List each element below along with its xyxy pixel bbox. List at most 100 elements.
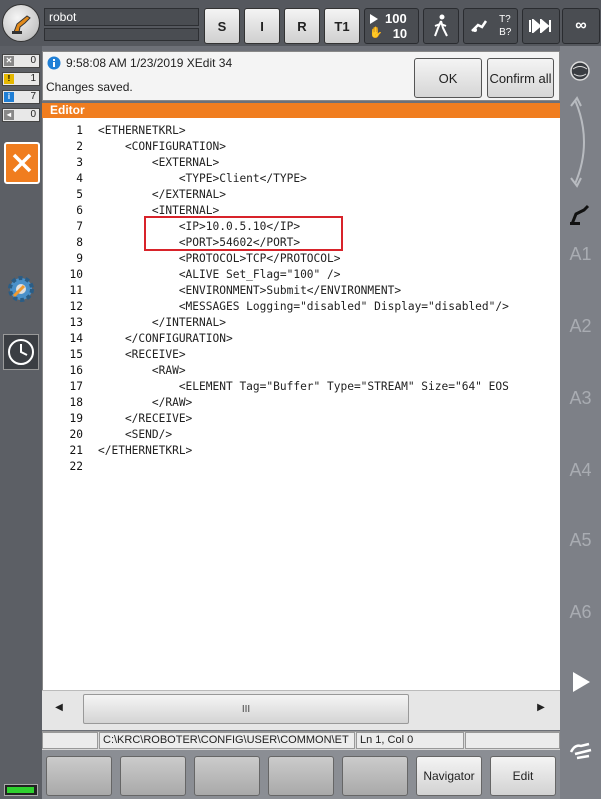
- clock-button[interactable]: [3, 334, 39, 370]
- code-line[interactable]: 15 <RECEIVE>: [43, 347, 509, 363]
- main-menu-robot-icon[interactable]: [2, 4, 40, 42]
- line-text: </EXTERNAL>: [98, 188, 226, 201]
- clock-icon: [8, 339, 34, 365]
- line-number: 20: [69, 428, 83, 441]
- message-count: 1: [30, 73, 36, 84]
- message-counter-info[interactable]: i 7: [2, 90, 40, 104]
- code-line[interactable]: 17 <ELEMENT Tag="Buffer" Type="STREAM" S…: [43, 379, 509, 395]
- close-editor-button[interactable]: [4, 142, 40, 184]
- message-count: 0: [30, 109, 36, 120]
- jog-hand-button[interactable]: [567, 738, 595, 762]
- code-lines[interactable]: 1 <ETHERNETKRL> 2 <CONFIGURATION> 3 <EXTERN…: [43, 123, 509, 475]
- robot-axes-icon[interactable]: [568, 204, 594, 226]
- start-program-button[interactable]: [570, 670, 592, 694]
- program-run-mode-button[interactable]: [522, 8, 560, 44]
- base-label: B?: [499, 27, 512, 38]
- code-line[interactable]: 13 </INTERNAL>: [43, 315, 509, 331]
- line-number: 8: [76, 236, 83, 249]
- confirm-all-button[interactable]: Confirm all: [487, 58, 554, 98]
- line-text: </RECEIVE>: [98, 412, 193, 425]
- line-number: 16: [69, 364, 83, 377]
- globe-icon[interactable]: [569, 60, 593, 84]
- code-line[interactable]: 20 <SEND/>: [43, 427, 509, 443]
- scroll-right-arrow-icon[interactable]: ▶: [532, 702, 550, 716]
- play-icon: [573, 672, 590, 692]
- message-text: Changes saved.: [46, 80, 133, 94]
- line-number: 12: [69, 300, 83, 313]
- axis-label-a1[interactable]: A1: [560, 244, 601, 265]
- drives-status-button[interactable]: I: [244, 8, 280, 44]
- axis-label-a2[interactable]: A2: [560, 316, 601, 337]
- message-counter-acknowledge[interactable]: ✕ 0: [2, 54, 40, 68]
- warning-icon: !: [4, 74, 14, 84]
- code-line[interactable]: 9 <PROTOCOL>TCP</PROTOCOL>: [43, 251, 509, 267]
- robot-interpreter-status-button[interactable]: R: [284, 8, 320, 44]
- hand-icon: [569, 742, 592, 760]
- jog-arc-control[interactable]: [563, 96, 599, 188]
- code-line[interactable]: 19 </RECEIVE>: [43, 411, 509, 427]
- file-path: C:\KRC\ROBOTER\CONFIG\USER\COMMON\ET: [99, 732, 355, 749]
- code-line[interactable]: 4 <TYPE>Client</TYPE>: [43, 171, 509, 187]
- code-line[interactable]: 22: [43, 459, 509, 475]
- settings-button[interactable]: [4, 272, 38, 306]
- navigator-button[interactable]: Navigator: [416, 756, 482, 796]
- code-line[interactable]: 21 </ETHERNETKRL>: [43, 443, 509, 459]
- line-text: <RECEIVE>: [98, 348, 186, 361]
- line-number: 15: [69, 348, 83, 361]
- code-line[interactable]: 14 </CONFIGURATION>: [43, 331, 509, 347]
- line-text: </INTERNAL>: [98, 316, 226, 329]
- code-line[interactable]: 18 </RAW>: [43, 395, 509, 411]
- scrollbar-thumb[interactable]: III: [83, 694, 409, 724]
- edit-button[interactable]: Edit: [490, 756, 556, 796]
- jog-mode-button[interactable]: [423, 8, 459, 44]
- code-line[interactable]: 16 <RAW>: [43, 363, 509, 379]
- code-line[interactable]: 2 <CONFIGURATION>: [43, 139, 509, 155]
- message-counter-wait[interactable]: ◂ 0: [2, 108, 40, 122]
- axis-label-a3[interactable]: A3: [560, 388, 601, 409]
- axis-label-a4[interactable]: A4: [560, 460, 601, 481]
- softkey-4[interactable]: [268, 756, 334, 796]
- line-number: 5: [76, 188, 83, 201]
- jog-hand-icon: ✋: [369, 27, 383, 39]
- softkey-1[interactable]: [46, 756, 112, 796]
- override-button[interactable]: 100 ✋ 10: [364, 8, 419, 44]
- operating-mode-button[interactable]: T1: [324, 8, 360, 44]
- line-number: 9: [76, 252, 83, 265]
- walking-person-icon: [434, 14, 448, 37]
- tool-base-button[interactable]: T? B?: [463, 8, 518, 44]
- submit-interpreter-status-button[interactable]: S: [204, 8, 240, 44]
- infinity-button[interactable]: ∞: [562, 8, 600, 44]
- code-line[interactable]: 1 <ETHERNETKRL>: [43, 123, 509, 139]
- scroll-left-arrow-icon[interactable]: ◀: [50, 702, 68, 716]
- fast-forward-icon: [529, 19, 551, 33]
- code-line[interactable]: 10 <ALIVE Set_Flag="100" />: [43, 267, 509, 283]
- ok-button[interactable]: OK: [414, 58, 482, 98]
- acknowledge-icon: ✕: [4, 56, 14, 66]
- line-number: 4: [76, 172, 83, 185]
- wait-icon: ◂: [4, 110, 14, 120]
- status-cell-empty: [465, 732, 560, 749]
- axis-label-a6[interactable]: A6: [560, 602, 601, 623]
- code-editor[interactable]: 1 <ETHERNETKRL> 2 <CONFIGURATION> 3 <EXTERN…: [42, 118, 560, 690]
- line-text: <PROTOCOL>TCP</PROTOCOL>: [98, 252, 341, 265]
- code-line[interactable]: 3 <EXTERNAL>: [43, 155, 509, 171]
- softkey-2[interactable]: [120, 756, 186, 796]
- line-number: 14: [69, 332, 83, 345]
- softkey-5[interactable]: [342, 756, 408, 796]
- code-line[interactable]: 5 </EXTERNAL>: [43, 187, 509, 203]
- message-counter-warning[interactable]: ! 1: [2, 72, 40, 86]
- code-line[interactable]: 12 <MESSAGES Logging="disabled" Display=…: [43, 299, 509, 315]
- axis-label-a5[interactable]: A5: [560, 530, 601, 551]
- robot-name-field[interactable]: robot: [44, 8, 199, 26]
- line-number: 11: [69, 284, 83, 297]
- line-text: <EXTERNAL>: [98, 156, 220, 169]
- line-text: <ETHERNETKRL>: [98, 124, 186, 137]
- line-number: 1: [76, 124, 83, 137]
- code-line[interactable]: 11 <ENVIRONMENT>Submit</ENVIRONMENT>: [43, 283, 509, 299]
- line-text: <RAW>: [98, 364, 186, 377]
- softkey-3[interactable]: [194, 756, 260, 796]
- line-text: </CONFIGURATION>: [98, 332, 233, 345]
- battery-level: [7, 787, 34, 793]
- line-number: 13: [69, 316, 83, 329]
- robot-subfield[interactable]: [44, 28, 199, 41]
